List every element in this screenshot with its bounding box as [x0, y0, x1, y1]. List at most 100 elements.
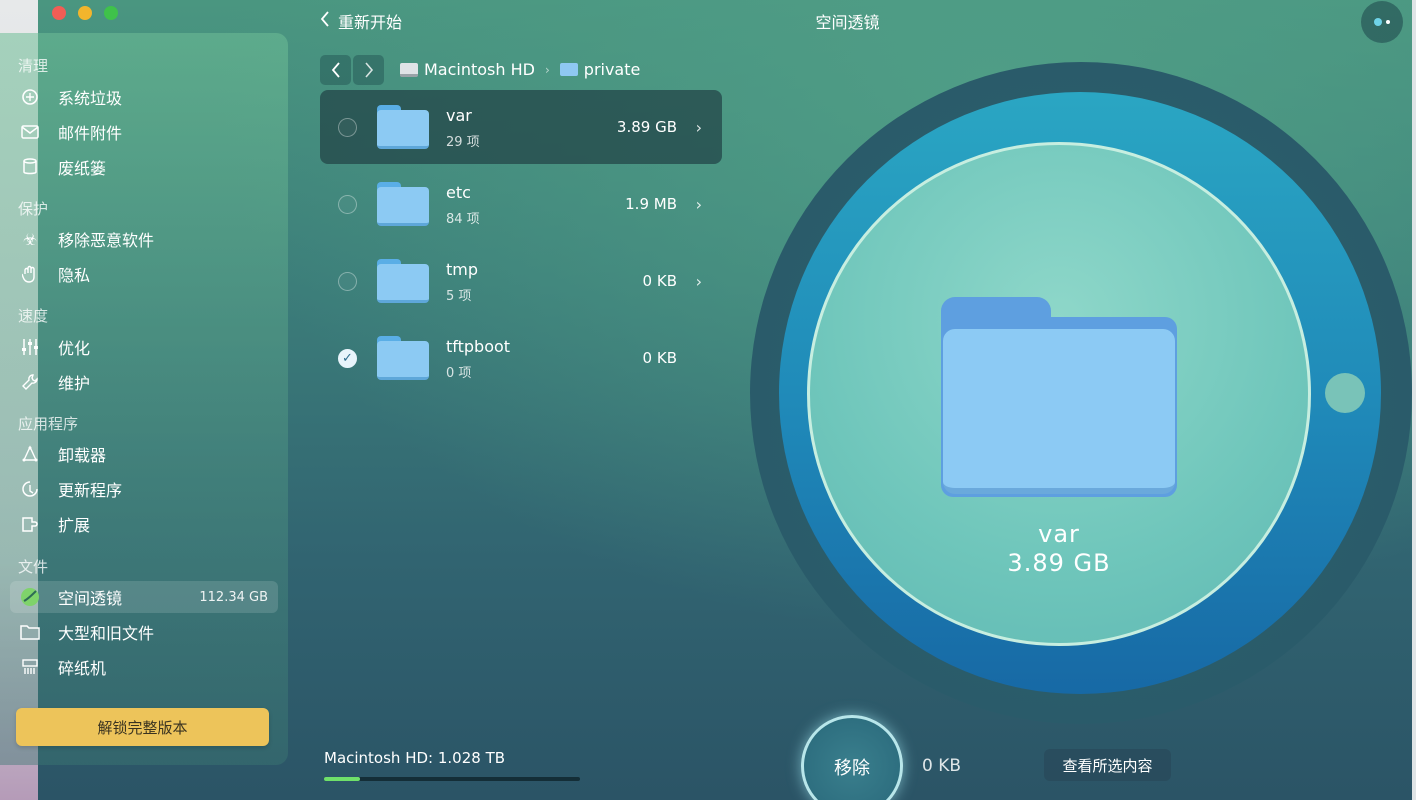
- biohazard-icon: ☣: [22, 229, 38, 249]
- sidebar-item-label: 更新程序: [58, 481, 123, 500]
- file-name: tftpboot: [446, 337, 511, 356]
- minimize-window-button[interactable]: [78, 6, 92, 20]
- file-name: tmp: [446, 260, 479, 279]
- sidebar-item-shredder[interactable]: 碎纸机: [10, 651, 278, 683]
- sidebar-item-label: 邮件附件: [58, 124, 123, 143]
- zoom-window-button[interactable]: [104, 6, 118, 20]
- folder-icon: [20, 622, 40, 642]
- breadcrumb-separator: ›: [544, 62, 550, 77]
- window-title: 空间透镜: [815, 13, 880, 32]
- folder-icon: [377, 336, 429, 380]
- sidebar-item-extensions[interactable]: 扩展: [10, 508, 278, 540]
- select-checkbox[interactable]: ✓: [338, 348, 357, 368]
- sidebar-item-label: 空间透镜: [58, 589, 123, 608]
- file-name: etc: [446, 183, 471, 202]
- chevron-left-icon: [320, 11, 330, 31]
- window-controls: [52, 6, 118, 20]
- file-size: 0 KB: [642, 349, 677, 367]
- navigation-buttons: [320, 55, 384, 85]
- sidebar-item-space-lens[interactable]: 空间透镜 112.34 GB: [10, 581, 278, 613]
- folder-icon: [377, 259, 429, 303]
- sidebar-item-label: 卸载器: [58, 446, 107, 465]
- hand-icon: [20, 264, 40, 284]
- chevron-right-icon[interactable]: ›: [696, 195, 702, 214]
- lens-folder-name: var: [1038, 520, 1080, 548]
- sidebar-section-files: 文件: [18, 558, 49, 576]
- unlock-full-version-button[interactable]: 解锁完整版本: [16, 708, 269, 746]
- sidebar-item-label: 系统垃圾: [58, 89, 123, 108]
- forward-button[interactable]: [353, 55, 384, 85]
- file-item-count: 84 项: [446, 212, 480, 227]
- file-row-etc[interactable]: etc 84 项 1.9 MB ›: [320, 167, 722, 241]
- assistant-small-dot-icon: [1386, 20, 1390, 24]
- hard-drive-icon: [400, 62, 418, 77]
- file-item-count: 29 项: [446, 135, 480, 150]
- sidebar-item-maintenance[interactable]: 维护: [10, 366, 278, 398]
- sidebar-section-protection: 保护: [18, 200, 49, 218]
- sidebar-item-trash[interactable]: 废纸篓: [10, 151, 278, 183]
- sidebar-item-label: 隐私: [58, 266, 91, 285]
- select-checkbox[interactable]: [338, 271, 357, 291]
- file-row-tmp[interactable]: tmp 5 项 0 KB ›: [320, 244, 722, 318]
- sidebar-item-label: 扩展: [58, 516, 91, 535]
- breadcrumb-folder[interactable]: private: [584, 60, 641, 79]
- space-lens-icon: [20, 587, 40, 607]
- envelope-icon: [20, 122, 40, 142]
- breadcrumb-drive[interactable]: Macintosh HD: [424, 60, 535, 79]
- file-row-tftpboot[interactable]: ✓ tftpboot 0 项 0 KB: [320, 321, 722, 395]
- sidebar-item-label: 大型和旧文件: [58, 624, 155, 643]
- sidebar-item-malware-removal[interactable]: ☣ 移除恶意软件: [10, 223, 278, 255]
- sidebar-item-mail-attachments[interactable]: 邮件附件: [10, 116, 278, 148]
- sidebar-item-system-junk[interactable]: 系统垃圾: [10, 81, 278, 113]
- select-checkbox[interactable]: [338, 194, 357, 214]
- assistant-menu-button[interactable]: [1361, 1, 1403, 43]
- chevron-right-icon[interactable]: ›: [696, 118, 702, 137]
- file-item-count: 0 项: [446, 366, 472, 381]
- restart-button[interactable]: 重新开始: [320, 9, 402, 33]
- trash-disc-icon: [20, 87, 40, 107]
- disk-usage-fill: [324, 777, 360, 781]
- desktop-edge-right: [1412, 0, 1416, 800]
- folder-icon: [377, 182, 429, 226]
- back-button[interactable]: [320, 55, 351, 85]
- selected-size: 0 KB: [922, 756, 962, 776]
- lens-folder-size: 3.89 GB: [1007, 549, 1111, 577]
- folder-icon: [377, 105, 429, 149]
- sidebar-item-large-old-files[interactable]: 大型和旧文件: [10, 616, 278, 648]
- sidebar-item-label: 移除恶意软件: [58, 231, 155, 250]
- sidebar-item-privacy[interactable]: 隐私: [10, 258, 278, 290]
- file-row-var[interactable]: var 29 项 3.89 GB ›: [320, 90, 722, 164]
- sidebar-section-applications: 应用程序: [18, 415, 79, 433]
- sidebar-item-label: 维护: [58, 374, 91, 393]
- chevron-right-icon[interactable]: ›: [696, 272, 702, 291]
- bin-icon: [20, 157, 40, 177]
- update-icon: [20, 479, 40, 499]
- folder-icon: [559, 63, 578, 76]
- chevron-right-icon: [364, 62, 373, 78]
- file-size: 3.89 GB: [616, 118, 677, 136]
- sidebar-item-label: 优化: [58, 339, 91, 358]
- sidebar-item-updater[interactable]: 更新程序: [10, 473, 278, 505]
- folder-icon: [941, 297, 1177, 497]
- sidebar-item-optimization[interactable]: 优化: [10, 331, 278, 363]
- select-checkbox[interactable]: [338, 117, 357, 137]
- close-window-button[interactable]: [52, 6, 66, 20]
- sidebar-section-cleanup: 清理: [18, 57, 49, 75]
- file-name: var: [446, 106, 472, 125]
- file-item-count: 5 项: [446, 289, 472, 304]
- shredder-icon: [20, 657, 40, 677]
- file-size: 0 KB: [642, 272, 677, 290]
- sliders-icon: [20, 337, 40, 357]
- disk-usage-bar: [324, 777, 580, 781]
- file-size: 1.9 MB: [625, 195, 677, 213]
- view-selected-button[interactable]: 查看所选内容: [1044, 749, 1171, 781]
- sidebar-section-speed: 速度: [18, 307, 49, 325]
- sidebar-item-uninstaller[interactable]: 卸载器: [10, 438, 278, 470]
- wrench-icon: [20, 372, 40, 392]
- chevron-left-icon: [331, 62, 340, 78]
- sidebar-item-label: 碎纸机: [58, 659, 107, 678]
- disk-capacity-label: Macintosh HD: 1.028 TB: [324, 749, 506, 767]
- lens-zoom-knob[interactable]: [1325, 373, 1365, 413]
- uninstaller-icon: [20, 444, 40, 464]
- restart-label: 重新开始: [338, 13, 403, 32]
